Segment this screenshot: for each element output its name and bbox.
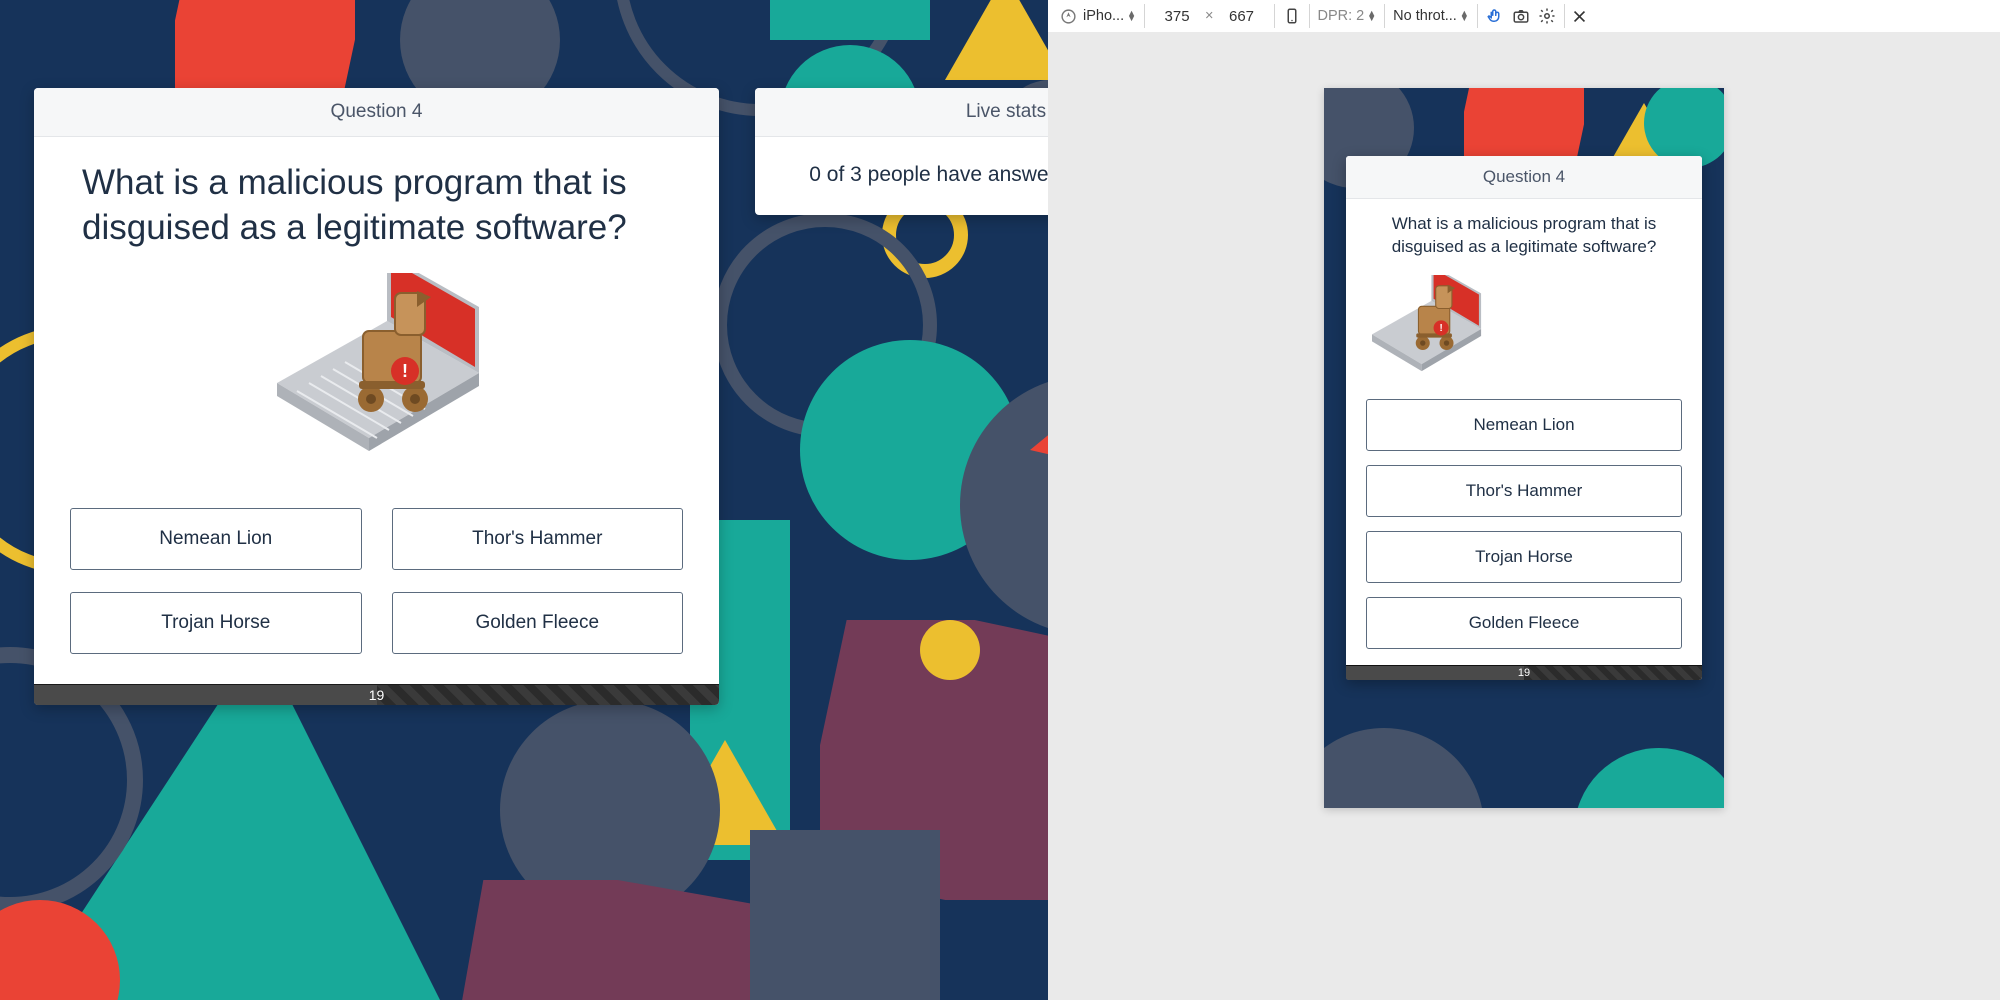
- answer-option-1[interactable]: Nemean Lion: [70, 508, 362, 570]
- device-frame: Question 4 What is a malicious program t…: [1324, 88, 1724, 808]
- rotate-device-icon: [1283, 7, 1301, 25]
- close-devtools-button[interactable]: [1567, 3, 1593, 29]
- viewport-width-input[interactable]: [1153, 5, 1201, 27]
- touch-simulation-button[interactable]: [1482, 3, 1508, 29]
- throttle-label: No throt...: [1393, 8, 1457, 24]
- timer-bar: 19: [34, 684, 719, 705]
- trojan-horse-illustration: !: [1366, 275, 1682, 383]
- live-stats-header: Live stats: [755, 88, 1048, 137]
- mobile-timer-bar: 19: [1346, 665, 1702, 680]
- answer-grid: Nemean Lion Thor's Hammer Trojan Horse G…: [64, 496, 689, 658]
- dpr-label: DPR: 2: [1318, 8, 1365, 24]
- bg-circle: [830, 400, 890, 460]
- gear-icon: [1538, 7, 1556, 25]
- bg-circle: [1574, 748, 1724, 808]
- mobile-answer-list: Nemean Lion Thor's Hammer Trojan Horse G…: [1366, 395, 1682, 649]
- camera-icon: [1512, 7, 1530, 25]
- trojan-horse-illustration: !: [267, 273, 487, 473]
- chevron-updown-icon: ▲▼: [1460, 11, 1469, 21]
- device-select[interactable]: iPho... ▲▼: [1052, 4, 1145, 28]
- mobile-question-header: Question 4: [1346, 156, 1702, 199]
- device-stage: Question 4 What is a malicious program t…: [1048, 32, 2000, 1000]
- devtools-panel: iPho... ▲▼ × DPR: 2 ▲▼ No throt... ▲▼: [1048, 0, 2000, 1000]
- bg-square: [460, 880, 750, 1000]
- question-card: Question 4 What is a malicious program t…: [34, 88, 719, 705]
- mobile-answer-option-4[interactable]: Golden Fleece: [1366, 597, 1682, 649]
- viewport-dimensions: ×: [1145, 4, 1274, 28]
- live-stats-body: 0 of 3 people have answered this questio…: [755, 137, 1048, 215]
- bg-circle: [0, 900, 120, 1000]
- mobile-answer-option-3[interactable]: Trojan Horse: [1366, 531, 1682, 583]
- chevron-updown-icon: ▲▼: [1367, 11, 1376, 21]
- mobile-quiz-viewport: Question 4 What is a malicious program t…: [1324, 88, 1724, 808]
- answer-option-4[interactable]: Golden Fleece: [392, 592, 684, 654]
- mobile-question-card: Question 4 What is a malicious program t…: [1346, 156, 1702, 680]
- viewport-height-input[interactable]: [1218, 5, 1266, 27]
- answer-option-3[interactable]: Trojan Horse: [70, 592, 362, 654]
- bg-triangle: [1030, 360, 1048, 490]
- mobile-answer-option-2[interactable]: Thor's Hammer: [1366, 465, 1682, 517]
- throttle-select[interactable]: No throt... ▲▼: [1385, 4, 1478, 28]
- mobile-timer-seconds: 19: [1346, 666, 1702, 680]
- question-text: What is a malicious program that is disg…: [82, 161, 671, 251]
- mobile-answer-option-1[interactable]: Nemean Lion: [1366, 399, 1682, 451]
- devtools-toolbar: iPho... ▲▼ × DPR: 2 ▲▼ No throt... ▲▼: [1048, 0, 2000, 32]
- dimension-separator: ×: [1201, 8, 1217, 24]
- screenshot-button[interactable]: [1508, 3, 1534, 29]
- question-header: Question 4: [34, 88, 719, 137]
- svg-text:!: !: [402, 361, 408, 381]
- mobile-question-text: What is a malicious program that is disg…: [1366, 213, 1682, 259]
- bg-circle: [1324, 728, 1484, 808]
- touch-icon: [1486, 7, 1504, 25]
- compass-icon: [1060, 8, 1077, 25]
- dpr-select[interactable]: DPR: 2 ▲▼: [1310, 4, 1386, 28]
- device-label: iPho...: [1083, 8, 1124, 24]
- chevron-updown-icon: ▲▼: [1127, 11, 1136, 21]
- bg-square: [770, 0, 930, 40]
- rotate-button[interactable]: [1275, 4, 1310, 28]
- answer-option-2[interactable]: Thor's Hammer: [392, 508, 684, 570]
- bg-circle: [920, 620, 980, 680]
- settings-button[interactable]: [1534, 3, 1560, 29]
- live-stats-card: Live stats 0 of 3 people have answered t…: [755, 88, 1048, 215]
- svg-text:!: !: [1439, 323, 1442, 334]
- bg-square: [750, 830, 940, 1000]
- close-icon: [1571, 8, 1588, 25]
- timer-seconds: 19: [34, 685, 719, 705]
- quiz-viewport: Question 4 What is a malicious program t…: [0, 0, 1048, 1000]
